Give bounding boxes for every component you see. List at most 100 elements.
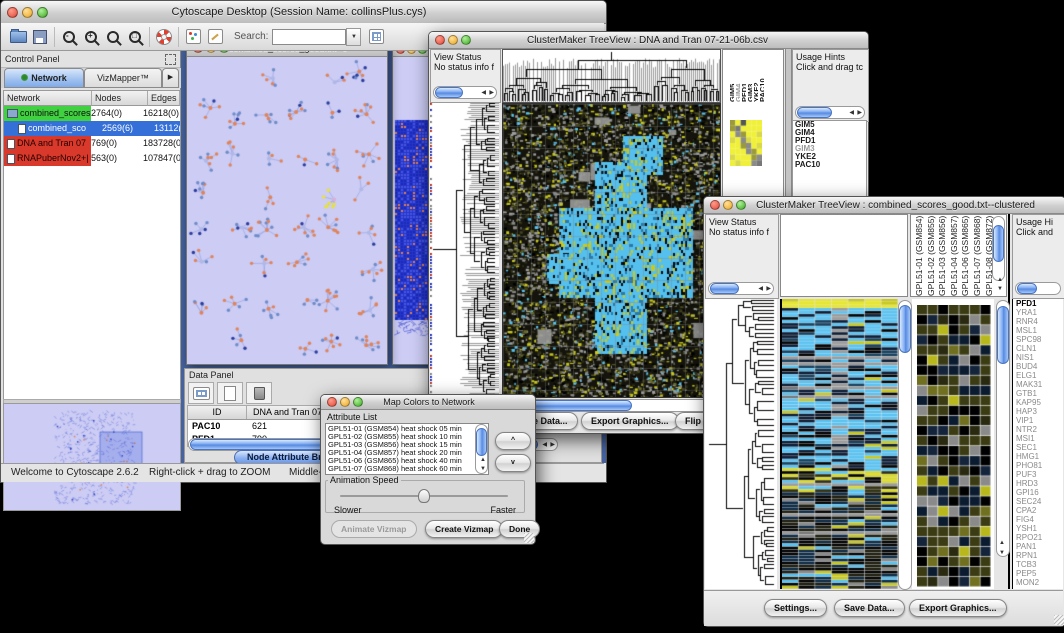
zoom-out-button[interactable]: - — [58, 26, 80, 48]
move-down-button[interactable]: v — [495, 454, 531, 472]
network-table-row[interactable]: RNAPuberNov2+| 563(0) 107847(0) — [4, 151, 180, 166]
tv2-zoom-heatmap[interactable] — [917, 305, 991, 587]
gene-label[interactable]: SEC24 — [1013, 497, 1063, 506]
treeview-button[interactable]: Export Graphics... — [581, 412, 679, 430]
scroll-right-icon[interactable]: ▶ — [550, 441, 555, 449]
scroll-up-icon[interactable]: ▲ — [997, 276, 1003, 284]
scroll-left-icon[interactable]: ◀ — [758, 285, 763, 293]
gene-label[interactable]: PHO81 — [1013, 461, 1063, 470]
tv2-hints-scrollbar[interactable] — [1015, 282, 1061, 295]
gene-label[interactable]: SEC1 — [1013, 443, 1063, 452]
gene-label[interactable]: SPC98 — [1013, 335, 1063, 344]
tab-overflow-button[interactable]: ▶ — [162, 68, 179, 88]
gene-label[interactable]: HMG1 — [1013, 452, 1063, 461]
gene-label[interactable]: KAP95 — [1013, 398, 1063, 407]
column-label[interactable]: GPL51-07 (GSM868) — [972, 215, 984, 296]
tv1-heatmap[interactable] — [502, 103, 721, 398]
network-window1-titlebar[interactable]: combined_scores_good.txt--cluste... — [187, 51, 387, 57]
scroll-right-icon[interactable]: ▶ — [766, 285, 771, 293]
gene-label[interactable]: HRD3 — [1013, 479, 1063, 488]
vizmapper-button[interactable] — [182, 26, 204, 48]
column-label[interactable]: PAC10 — [758, 50, 764, 102]
done-button[interactable]: Done — [499, 520, 540, 538]
gene-label[interactable]: RPO21 — [1013, 533, 1063, 542]
tv2-heatmap[interactable] — [780, 299, 898, 589]
tv2-heatmap-scrollbar[interactable] — [898, 300, 912, 590]
network-canvas-1[interactable] — [187, 56, 385, 363]
gene-label[interactable]: RPN1 — [1013, 551, 1063, 560]
treeview-button[interactable]: Save Data... — [834, 599, 905, 617]
gene-label[interactable]: NTR2 — [1013, 425, 1063, 434]
gene-label[interactable]: MSL1 — [1013, 326, 1063, 335]
network-table-row[interactable]: combined_sco 2569(6) 13112(15) — [4, 121, 180, 136]
treeview-button[interactable]: Export Graphics... — [909, 599, 1007, 617]
open-session-button[interactable] — [7, 26, 29, 48]
gene-label[interactable]: PAC10 — [793, 161, 866, 169]
tv2-status-scrollbar[interactable]: ◀▶ — [708, 282, 774, 295]
move-up-button[interactable]: ^ — [495, 432, 531, 450]
overview-canvas[interactable] — [4, 404, 180, 510]
gene-label[interactable]: YRA1 — [1013, 308, 1063, 317]
gene-label[interactable]: MSI1 — [1013, 434, 1063, 443]
scroll-left-icon[interactable]: ◀ — [849, 109, 854, 117]
scroll-down-icon[interactable]: ▼ — [480, 465, 486, 473]
column-label[interactable]: GPL51-02 (GSM855) — [926, 215, 938, 296]
gene-label[interactable]: CLN1 — [1013, 344, 1063, 353]
treeview2-titlebar[interactable]: ClusterMaker TreeView : combined_scores_… — [704, 197, 1064, 214]
new-attribute-button[interactable] — [217, 382, 243, 404]
gene-label[interactable]: MAK31 — [1013, 380, 1063, 389]
gene-label[interactable]: RNR4 — [1013, 317, 1063, 326]
scroll-left-icon[interactable]: ◀ — [542, 441, 547, 449]
tv1-zoom-heatmap[interactable] — [730, 120, 762, 166]
tab-network[interactable]: Network — [4, 68, 84, 88]
gene-label[interactable]: VIP1 — [1013, 416, 1063, 425]
zoom-in-button[interactable]: + — [80, 26, 102, 48]
scroll-left-icon[interactable]: ◀ — [481, 89, 486, 97]
gene-label[interactable]: PFD1 — [1013, 299, 1063, 308]
gene-label[interactable]: PEP5 — [1013, 569, 1063, 578]
create-vizmap-button[interactable]: Create Vizmap — [425, 520, 503, 538]
network-overview[interactable] — [3, 403, 181, 511]
gene-label[interactable]: MON2 — [1013, 578, 1063, 587]
tv2-row-dendrogram[interactable] — [705, 299, 777, 589]
column-label[interactable]: GPL51-03 (GSM856) — [937, 215, 949, 296]
gene-label[interactable]: NIS1 — [1013, 353, 1063, 362]
treeview1-titlebar[interactable]: ClusterMaker TreeView : DNA and Tran 07-… — [429, 32, 868, 49]
tv1-hints-scrollbar[interactable]: ◀▶ — [795, 106, 865, 119]
network-table-header[interactable]: Network Nodes Edges — [4, 91, 180, 106]
resize-grip[interactable] — [1054, 615, 1064, 625]
gene-label[interactable]: FIG4 — [1013, 515, 1063, 524]
scroll-up-icon[interactable]: ▲ — [480, 456, 486, 464]
attribute-list-item[interactable]: GPL51-07 (GSM868) heat shock 60 min — [326, 465, 488, 473]
tv2-gene-scrollbar[interactable] — [996, 300, 1010, 557]
column-label[interactable]: GPL51-06 (GSM865) — [960, 215, 972, 296]
float-panel-icon[interactable] — [165, 54, 176, 65]
gene-label[interactable]: YSH1 — [1013, 524, 1063, 533]
scroll-right-icon[interactable]: ▶ — [857, 109, 862, 117]
gene-label[interactable]: PAN1 — [1013, 542, 1063, 551]
tv1-status-scrollbar[interactable]: ◀▶ — [433, 86, 497, 99]
main-titlebar[interactable]: Cytoscape Desktop (Session Name: collins… — [1, 1, 606, 24]
speed-slider-thumb[interactable] — [418, 489, 430, 503]
column-label[interactable]: GPL51-01 (GSM854) — [914, 215, 926, 296]
treeview-button[interactable]: Settings... — [764, 599, 827, 617]
scroll-up-icon[interactable]: ▲ — [999, 539, 1005, 547]
resize-grip[interactable] — [524, 533, 534, 543]
search-dropdown-button[interactable]: ▼ — [346, 28, 361, 46]
animate-vizmap-button[interactable]: Animate Vizmap — [331, 520, 417, 538]
attribute-listbox[interactable]: GPL51-01 (GSM854) heat shock 05 minGPL51… — [325, 423, 489, 475]
zoom-fit-button[interactable] — [102, 26, 124, 48]
annotation-button[interactable] — [204, 26, 226, 48]
save-session-button[interactable] — [29, 26, 51, 48]
dialog-titlebar[interactable]: Map Colors to Network — [321, 395, 535, 410]
gene-label[interactable]: GPI16 — [1013, 488, 1063, 497]
gene-label[interactable]: GTB1 — [1013, 389, 1063, 398]
gene-label[interactable]: PUF3 — [1013, 470, 1063, 479]
window-controls[interactable] — [1, 7, 48, 18]
delete-attribute-button[interactable] — [246, 382, 272, 404]
gene-label[interactable]: TCB3 — [1013, 560, 1063, 569]
tv1-column-dendrogram[interactable] — [502, 49, 721, 103]
zoom-selected-button[interactable]: □ — [124, 26, 146, 48]
tv2-labels-scrollbar[interactable] — [992, 216, 1005, 281]
help-button[interactable] — [153, 26, 175, 48]
